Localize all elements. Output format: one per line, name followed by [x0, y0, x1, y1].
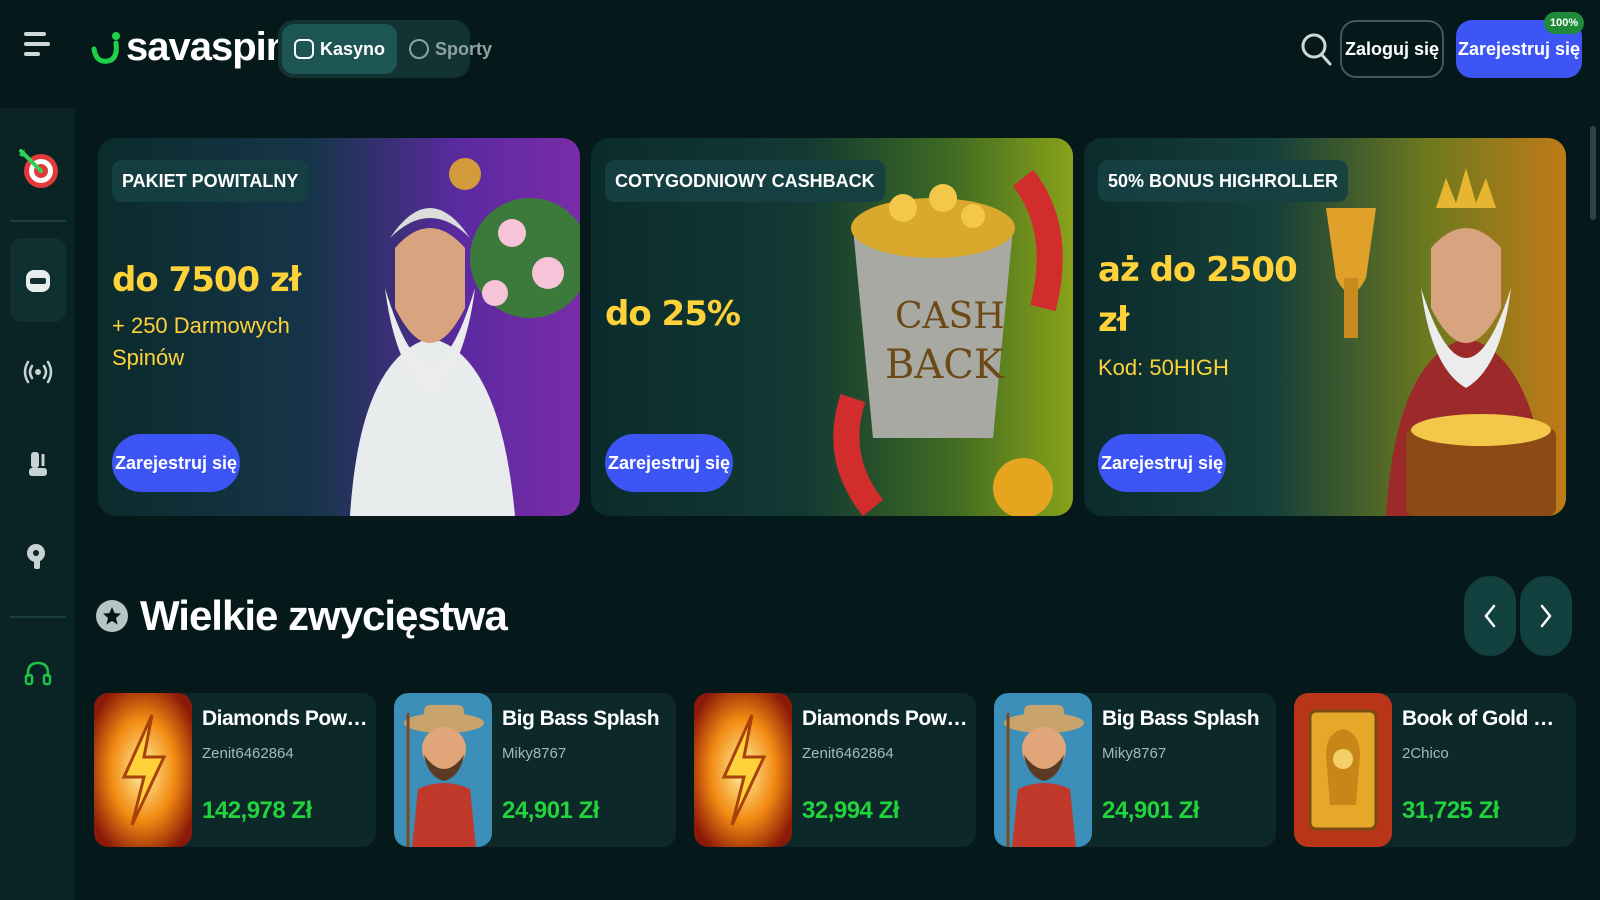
game-thumbnail[interactable] — [394, 693, 492, 847]
sidebar-item-live[interactable] — [10, 330, 66, 414]
cashback-art-text: BACK — [885, 342, 1005, 388]
banner-amount: do 7500 zł — [112, 260, 301, 300]
game-thumbnail[interactable] — [1294, 693, 1392, 847]
chevron-right-icon — [1540, 604, 1552, 628]
win-game-name: Big Bass Splash — [502, 707, 660, 730]
carousel-prev-button[interactable] — [1464, 576, 1516, 656]
win-username: Zenit6462864 — [802, 745, 894, 762]
game-thumbnail[interactable] — [994, 693, 1092, 847]
banner-register-button[interactable]: Zarejestruj się — [112, 434, 240, 492]
banner-amount-line2: zł — [1098, 300, 1129, 340]
menu-icon[interactable] — [24, 32, 52, 64]
carousel-next-button[interactable] — [1520, 576, 1572, 656]
banner-subtitle-line1: + 250 Darmowych — [112, 313, 290, 338]
win-card[interactable]: Book of Gold Mult... 2Chico 31,725 Zł — [1294, 693, 1576, 847]
logo[interactable]: savaspin — [90, 22, 290, 72]
sidebar-item-support[interactable] — [10, 632, 66, 716]
roulette-icon — [27, 544, 45, 569]
sidebar-item-roulette[interactable] — [10, 514, 66, 598]
slot-machine-icon — [294, 39, 314, 59]
promo-banner-highroller[interactable]: 50% BONUS HIGHROLLER aż do 2500 zł Kod: … — [1084, 138, 1566, 516]
win-card[interactable]: Big Bass Splash Miky8767 24,901 Zł — [994, 693, 1276, 847]
sidebar-item-casino[interactable] — [10, 238, 66, 322]
live-broadcast-icon — [23, 360, 53, 384]
banner-register-button[interactable]: Zarejestruj się — [1098, 434, 1226, 492]
product-switch: Kasyno Sporty — [278, 20, 492, 78]
zeus-illustration — [350, 158, 580, 516]
win-game-name: Big Bass Splash — [1102, 707, 1260, 730]
banner-amount: do 25% — [605, 294, 741, 334]
win-amount: 24,901 Zł — [502, 797, 599, 824]
win-amount: 142,978 Zł — [202, 797, 312, 824]
win-amount: 31,725 Zł — [1402, 797, 1499, 824]
win-game-name: Diamonds Power: ... — [802, 707, 970, 730]
joystick-icon — [29, 452, 47, 476]
game-thumbnail[interactable] — [694, 693, 792, 847]
slot-machine-icon — [26, 270, 50, 292]
tab-kasyno[interactable]: Kasyno — [282, 24, 398, 74]
win-game-name: Book of Gold Mult... — [1402, 707, 1570, 730]
sidebar — [0, 108, 75, 900]
top-header: savaspin Kasyno Sporty Zaloguj się Zarej… — [0, 0, 1600, 100]
big-wins-heading: Wielkie zwycięstwa — [96, 586, 508, 646]
sidebar-divider — [10, 616, 66, 618]
banner-tag: PAKIET POWITALNY — [112, 160, 309, 202]
banner-code: Kod: 50HIGH — [1098, 355, 1229, 380]
brand-name: savaspin — [126, 24, 290, 69]
sidebar-item-games[interactable] — [10, 422, 66, 506]
win-card[interactable]: Big Bass Splash Miky8767 24,901 Zł — [394, 693, 676, 847]
target-icon — [19, 149, 58, 188]
page-scrollbar[interactable] — [1590, 126, 1596, 220]
soccer-ball-icon — [409, 39, 430, 59]
sidebar-item-target[interactable] — [10, 126, 66, 210]
banner-subtitle-line2: Spinów — [112, 345, 185, 370]
win-username: 2Chico — [1402, 745, 1449, 762]
login-button[interactable]: Zaloguj się — [1340, 20, 1444, 78]
sidebar-divider — [10, 220, 66, 222]
banner-amount-line1: aż do 2500 — [1098, 250, 1298, 290]
banner-register-button[interactable]: Zarejestruj się — [605, 434, 733, 492]
logo-mark-icon — [91, 32, 120, 64]
banner-tag: COTYGODNIOWY CASHBACK — [605, 160, 885, 202]
tab-kasyno-label: Kasyno — [320, 38, 386, 59]
win-card[interactable]: Diamonds Power: ... Zenit6462864 142,978 Z… — [94, 693, 376, 847]
tab-sporty[interactable]: Sporty — [397, 24, 504, 74]
promo-banner-welcome[interactable]: PAKIET POWITALNY do 7500 zł + 250 Darmow… — [98, 138, 580, 516]
win-username: Miky8767 — [502, 745, 567, 762]
banner-tag: 50% BONUS HIGHROLLER — [1098, 160, 1349, 202]
promo-banner-cashback[interactable]: CASH BACK COTYGODNIOWY CASHBACK do 25% Z… — [591, 138, 1073, 516]
headset-icon — [24, 661, 52, 686]
win-username: Miky8767 — [1102, 745, 1167, 762]
win-card[interactable]: Diamonds Power: ... Zenit6462864 32,994 Zł — [694, 693, 976, 847]
section-title: Wielkie zwycięstwa — [140, 592, 508, 639]
cashback-art-text: CASH — [895, 296, 1005, 337]
chevron-left-icon — [1484, 604, 1496, 628]
register-badge: 100% — [1544, 12, 1585, 34]
win-username: Zenit6462864 — [202, 745, 294, 762]
game-thumbnail[interactable] — [94, 693, 192, 847]
win-amount: 24,901 Zł — [1102, 797, 1199, 824]
tab-sporty-label: Sporty — [435, 38, 493, 59]
win-game-name: Diamonds Power: ... — [202, 707, 370, 730]
search-icon[interactable] — [1300, 30, 1334, 70]
win-amount: 32,994 Zł — [802, 797, 899, 824]
star-icon — [96, 600, 128, 632]
